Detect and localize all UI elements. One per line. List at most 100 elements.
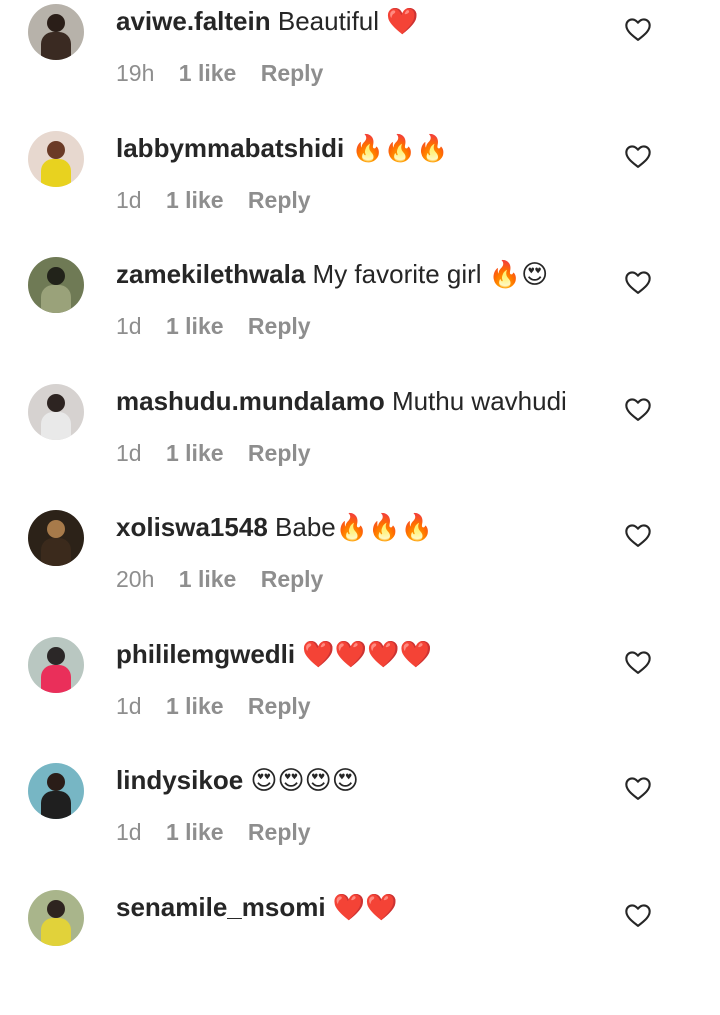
- avatar[interactable]: [28, 4, 84, 60]
- like-button[interactable]: [624, 143, 652, 169]
- username[interactable]: xoliswa1548: [116, 512, 268, 542]
- comment-time: 1d: [116, 819, 142, 845]
- avatar-head-shape: [47, 267, 65, 285]
- avatar-head-shape: [47, 394, 65, 412]
- comment-text-line: labbymmabatshidi 🔥🔥🔥: [116, 131, 449, 165]
- comment-time: 1d: [116, 440, 142, 466]
- like-button[interactable]: [624, 16, 652, 42]
- reply-button[interactable]: Reply: [261, 60, 324, 86]
- comment: mashudu.mundalamo Muthu wavhudi 1d 1 lik…: [0, 382, 720, 509]
- like-button[interactable]: [624, 775, 652, 801]
- username[interactable]: aviwe.faltein: [116, 6, 271, 36]
- avatar-head-shape: [47, 520, 65, 538]
- comment-meta: 1d 1 like Reply: [116, 185, 329, 215]
- avatar-body-shape: [41, 159, 71, 187]
- avatar-body-shape: [41, 32, 71, 60]
- avatar-head-shape: [47, 141, 65, 159]
- comment-text-line: senamile_msomi ❤️❤️: [116, 890, 398, 924]
- avatar[interactable]: [28, 890, 84, 946]
- avatar-body-shape: [41, 665, 71, 693]
- like-count[interactable]: 1 like: [166, 693, 224, 719]
- comment-text: Babe🔥🔥🔥: [275, 512, 433, 542]
- comment: lindysikoe 😍😍😍😍 1d 1 like Reply: [0, 761, 720, 888]
- comment-meta: 1d 1 like Reply: [116, 438, 329, 468]
- comment-time: 1d: [116, 187, 142, 213]
- reply-button[interactable]: Reply: [248, 819, 311, 845]
- comment-meta: 1d 1 like Reply: [116, 311, 329, 341]
- reply-button[interactable]: Reply: [261, 566, 324, 592]
- comment: zamekilethwala My favorite girl 🔥😍 1d 1 …: [0, 255, 720, 382]
- comment-text: 😍😍😍😍: [250, 765, 359, 795]
- username[interactable]: senamile_msomi: [116, 892, 326, 922]
- comment-text: Muthu wavhudi: [391, 386, 567, 416]
- like-count[interactable]: 1 like: [166, 440, 224, 466]
- comment-text: My favorite girl 🔥😍: [312, 259, 549, 289]
- avatar-body-shape: [41, 791, 71, 819]
- heart-outline-icon: [625, 18, 651, 41]
- heart-outline-icon: [625, 651, 651, 674]
- heart-outline-icon: [625, 271, 651, 294]
- username[interactable]: zamekilethwala: [116, 259, 305, 289]
- comment-time: 1d: [116, 313, 142, 339]
- comment-text: Beautiful ❤️: [277, 6, 419, 36]
- comment-text: ❤️❤️: [332, 892, 398, 922]
- comment-meta: 1d 1 like Reply: [116, 817, 329, 847]
- like-button[interactable]: [624, 396, 652, 422]
- heart-outline-icon: [625, 904, 651, 927]
- like-button[interactable]: [624, 902, 652, 928]
- username[interactable]: lindysikoe: [116, 765, 243, 795]
- like-count[interactable]: 1 like: [166, 313, 224, 339]
- comment: aviwe.faltein Beautiful ❤️ 19h 1 like Re…: [0, 2, 720, 129]
- reply-button[interactable]: Reply: [248, 187, 311, 213]
- avatar[interactable]: [28, 763, 84, 819]
- comment-time: 20h: [116, 566, 155, 592]
- comment-text-line: lindysikoe 😍😍😍😍: [116, 763, 359, 797]
- comment-text-line: aviwe.faltein Beautiful ❤️: [116, 4, 419, 38]
- comment: phililemgwedli ❤️❤️❤️❤️ 1d 1 like Reply: [0, 635, 720, 762]
- avatar[interactable]: [28, 384, 84, 440]
- avatar-body-shape: [41, 285, 71, 313]
- avatar[interactable]: [28, 257, 84, 313]
- like-count[interactable]: 1 like: [179, 60, 237, 86]
- comment-text-line: xoliswa1548 Babe🔥🔥🔥: [116, 510, 433, 544]
- comment: senamile_msomi ❤️❤️: [0, 888, 720, 1015]
- like-count[interactable]: 1 like: [166, 819, 224, 845]
- comment-meta: 20h 1 like Reply: [116, 564, 341, 594]
- reply-button[interactable]: Reply: [248, 693, 311, 719]
- comment-text: 🔥🔥🔥: [351, 133, 449, 163]
- avatar-head-shape: [47, 647, 65, 665]
- avatar[interactable]: [28, 131, 84, 187]
- avatar-head-shape: [47, 14, 65, 32]
- comment-time: 19h: [116, 60, 155, 86]
- comment-text: ❤️❤️❤️❤️: [302, 639, 432, 669]
- avatar-head-shape: [47, 900, 65, 918]
- avatar-body-shape: [41, 918, 71, 946]
- like-button[interactable]: [624, 649, 652, 675]
- username[interactable]: labbymmabatshidi: [116, 133, 344, 163]
- comment-text-line: mashudu.mundalamo Muthu wavhudi: [116, 384, 567, 418]
- heart-outline-icon: [625, 398, 651, 421]
- username[interactable]: mashudu.mundalamo: [116, 386, 385, 416]
- reply-button[interactable]: Reply: [248, 440, 311, 466]
- avatar-head-shape: [47, 773, 65, 791]
- like-button[interactable]: [624, 522, 652, 548]
- like-count[interactable]: 1 like: [179, 566, 237, 592]
- comment: labbymmabatshidi 🔥🔥🔥 1d 1 like Reply: [0, 129, 720, 256]
- comment-time: 1d: [116, 693, 142, 719]
- reply-button[interactable]: Reply: [248, 313, 311, 339]
- comment-meta: 19h 1 like Reply: [116, 58, 341, 88]
- heart-outline-icon: [625, 145, 651, 168]
- comment: xoliswa1548 Babe🔥🔥🔥 20h 1 like Reply: [0, 508, 720, 635]
- username[interactable]: phililemgwedli: [116, 639, 295, 669]
- avatar-body-shape: [41, 412, 71, 440]
- heart-outline-icon: [625, 524, 651, 547]
- avatar[interactable]: [28, 510, 84, 566]
- like-button[interactable]: [624, 269, 652, 295]
- comment-meta: [116, 944, 170, 974]
- comment-text-line: zamekilethwala My favorite girl 🔥😍: [116, 257, 548, 291]
- avatar[interactable]: [28, 637, 84, 693]
- like-count[interactable]: 1 like: [166, 187, 224, 213]
- comment-text-line: phililemgwedli ❤️❤️❤️❤️: [116, 637, 432, 671]
- comment-meta: 1d 1 like Reply: [116, 691, 329, 721]
- heart-outline-icon: [625, 777, 651, 800]
